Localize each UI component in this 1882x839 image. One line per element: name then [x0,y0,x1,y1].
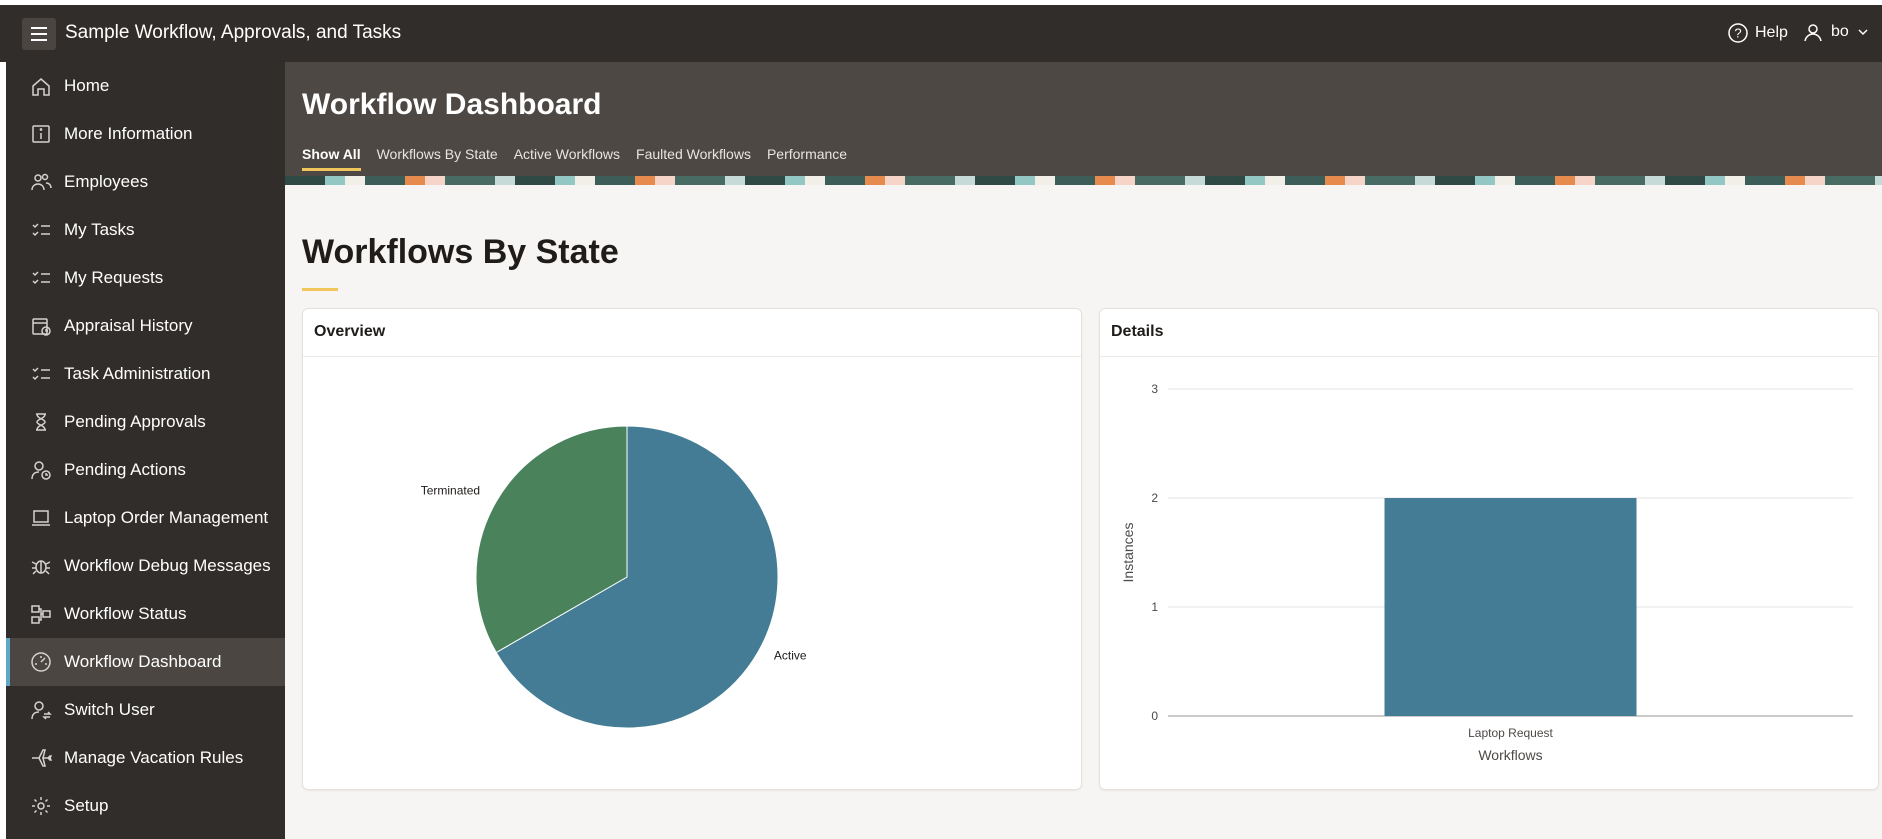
workflow-icon [30,603,52,625]
home-icon [30,75,52,97]
bar-laptop-request[interactable] [1384,498,1637,716]
overview-card-title: Overview [303,309,1081,357]
sidebar-item-workflow-debug-messages[interactable]: Workflow Debug Messages [6,542,285,590]
sidebar-item-label: My Tasks [64,220,135,239]
tab-performance[interactable]: Performance [767,146,847,171]
sidebar-item-laptop-order-management[interactable]: Laptop Order Management [6,494,285,542]
sidebar-item-workflow-status[interactable]: Workflow Status [6,590,285,638]
info-icon [30,123,52,145]
help-link[interactable]: ? Help [1727,22,1788,44]
sidebar-nav: Home More Information Employees My Tasks My … [0,62,285,839]
sidebar-item-label: More Information [64,124,193,143]
sidebar-item-workflow-dashboard[interactable]: Workflow Dashboard [6,638,285,686]
page-hero: Workflow Dashboard Show All Workflows By … [285,62,1882,185]
tab-show-all[interactable]: Show All [302,146,361,171]
y-tick-label: 2 [1151,491,1158,505]
help-icon: ? [1728,23,1748,43]
y-tick-label: 3 [1151,382,1158,396]
sidebar-item-label: Employees [64,172,149,191]
hourglass-icon [30,411,52,433]
y-tick-label: 0 [1151,709,1158,723]
tab-workflows-by-state[interactable]: Workflows By State [377,146,498,171]
sidebar-item-manage-vacation-rules[interactable]: Manage Vacation Rules [6,734,285,782]
laptop-icon [30,507,52,529]
sidebar-item-task-administration[interactable]: Task Administration [6,350,285,398]
sidebar-item-pending-approvals[interactable]: Pending Approvals [6,398,285,446]
section-title-underline [302,288,338,291]
user-name: bo [1831,23,1849,40]
sidebar-item-label: Workflow Debug Messages [64,556,271,575]
sidebar-item-my-tasks[interactable]: My Tasks [6,206,285,254]
sidebar-item-label: Appraisal History [64,316,193,335]
pie-label-active: Active [774,649,807,663]
dashboard-icon [30,651,52,673]
sidebar-item-label: Pending Actions [64,460,186,479]
x-tick-label: Laptop Request [1468,726,1553,740]
sidebar-item-employees[interactable]: Employees [6,158,285,206]
sidebar-item-label: Manage Vacation Rules [64,748,244,767]
sidebar-item-label: Task Administration [64,364,211,383]
sidebar-item-more-information[interactable]: More Information [6,110,285,158]
details-card: Details 0 1 2 3 Laptop Request Workflows Insta… [1099,308,1879,790]
bug-icon [30,555,52,577]
y-axis-title: Instances [1120,523,1136,583]
section-title: Workflows By State [302,233,619,271]
switch-user-icon [30,699,52,721]
sidebar-item-label: Workflow Dashboard [64,652,222,671]
chevron-down-icon [1858,29,1868,36]
user-clock-icon [30,459,52,481]
hamburger-menu-button[interactable] [22,18,56,50]
calendar-history-icon [30,315,52,337]
top-bar: Sample Workflow, Approvals, and Tasks ? … [0,0,1882,62]
sidebar-item-home[interactable]: Home [6,62,285,110]
sidebar-item-label: Laptop Order Management [64,508,269,527]
tab-active-workflows[interactable]: Active Workflows [514,146,620,171]
region-tabs: Show All Workflows By State Active Workflo… [302,146,847,171]
plane-icon [30,747,52,769]
sidebar-item-label: My Requests [64,268,164,287]
checklist-icon [30,267,52,289]
y-tick-label: 1 [1151,600,1158,614]
help-label: Help [1755,24,1788,41]
app-title[interactable]: Sample Workflow, Approvals, and Tasks [65,22,401,44]
details-card-title: Details [1100,309,1878,357]
sidebar-item-label: Setup [64,796,109,815]
overview-card: Overview Active Terminated [302,308,1082,790]
sidebar-item-switch-user[interactable]: Switch User [6,686,285,734]
sidebar-item-setup[interactable]: Setup [6,782,285,830]
checklist-icon [30,219,52,241]
checklist-icon [30,363,52,385]
sidebar-item-label: Pending Approvals [64,412,206,431]
pie-label-terminated: Terminated [421,484,480,498]
sidebar-item-pending-actions[interactable]: Pending Actions [6,446,285,494]
overview-pie-chart: Active Terminated [421,425,807,729]
sidebar-item-my-requests[interactable]: My Requests [6,254,285,302]
users-icon [30,171,52,193]
sidebar-item-label: Switch User [64,700,155,719]
details-bar-chart: 0 1 2 3 Laptop Request Workflows Instances [1120,382,1853,763]
decorative-banner-band [285,176,1882,185]
user-menu[interactable]: bo [1803,22,1869,42]
tab-faulted-workflows[interactable]: Faulted Workflows [636,146,751,171]
sidebar-item-appraisal-history[interactable]: Appraisal History [6,302,285,350]
sidebar-item-label: Workflow Status [64,604,187,623]
svg-text:?: ? [1734,26,1741,41]
gear-icon [30,795,52,817]
sidebar-item-label: Home [64,76,110,95]
page-title: Workflow Dashboard [302,88,602,121]
user-icon [1804,24,1822,42]
x-axis-title: Workflows [1478,747,1542,763]
